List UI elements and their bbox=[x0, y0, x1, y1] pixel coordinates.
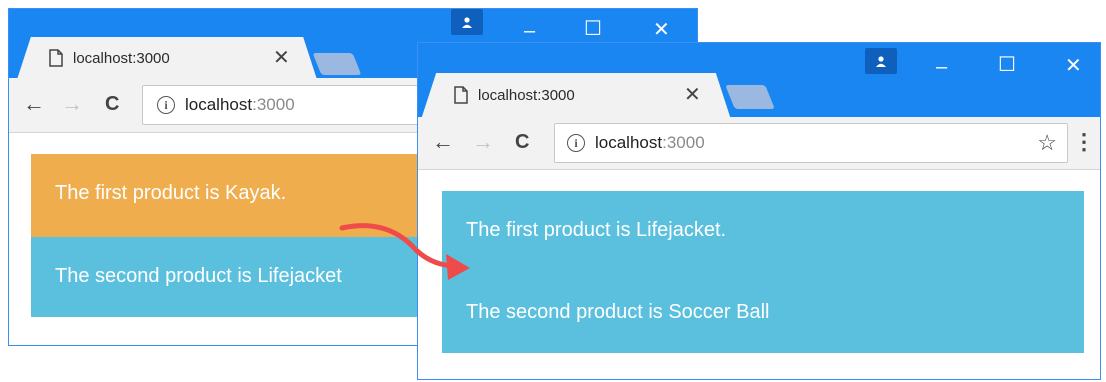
page-icon bbox=[454, 86, 468, 104]
url-host: localhost bbox=[185, 95, 253, 114]
forward-arrow-icon[interactable]: → bbox=[61, 93, 83, 115]
url-port: :3000 bbox=[662, 133, 705, 152]
forward-arrow-icon[interactable]: → bbox=[472, 131, 494, 153]
browser-tab[interactable]: localhost:3000 ✕ bbox=[35, 37, 299, 79]
tab-title: localhost:3000 bbox=[478, 86, 575, 104]
transition-arrow-icon bbox=[339, 223, 470, 280]
minimize-icon[interactable]: – bbox=[524, 21, 535, 41]
close-window-icon[interactable]: ✕ bbox=[653, 20, 670, 40]
maximize-icon[interactable]: ☐ bbox=[998, 55, 1016, 75]
first-product-text: The first product is Lifejacket. bbox=[466, 219, 727, 241]
browser-window-front: localhost:3000 ✕ – ☐ ✕ ← → C i localhost… bbox=[417, 42, 1101, 380]
url-port: :3000 bbox=[252, 95, 295, 114]
bookmark-star-icon[interactable]: ☆ bbox=[1037, 130, 1057, 156]
info-icon[interactable]: i bbox=[157, 96, 175, 114]
toolbar: ← → C i localhost:3000 ☆ ⋮ bbox=[418, 117, 1100, 170]
tab-close-icon[interactable]: ✕ bbox=[684, 85, 701, 105]
reload-icon[interactable]: C bbox=[515, 132, 529, 152]
back-arrow-icon[interactable]: ← bbox=[23, 93, 45, 115]
reload-icon[interactable]: C bbox=[105, 94, 119, 114]
user-avatar-icon[interactable] bbox=[865, 48, 897, 74]
second-product-text: The second product is Lifejacket bbox=[55, 265, 342, 287]
info-icon[interactable]: i bbox=[567, 134, 585, 152]
address-bar[interactable]: i localhost:3000 ☆ bbox=[554, 123, 1068, 163]
product-panel: The first product is Lifejacket. The sec… bbox=[442, 191, 1084, 353]
browser-tab[interactable]: localhost:3000 ✕ bbox=[440, 73, 712, 117]
user-avatar-icon[interactable] bbox=[451, 9, 483, 35]
url-host: localhost bbox=[595, 133, 663, 152]
maximize-icon[interactable]: ☐ bbox=[584, 19, 602, 39]
back-arrow-icon[interactable]: ← bbox=[432, 131, 454, 153]
first-product-text: The first product is Kayak. bbox=[55, 182, 287, 204]
page-icon bbox=[49, 49, 63, 67]
tab-title: localhost:3000 bbox=[73, 49, 170, 67]
close-window-icon[interactable]: ✕ bbox=[1065, 56, 1082, 76]
menu-icon[interactable]: ⋮ bbox=[1073, 129, 1095, 155]
minimize-icon[interactable]: – bbox=[936, 57, 947, 77]
second-product-text: The second product is Soccer Ball bbox=[466, 301, 770, 323]
new-tab-button[interactable] bbox=[312, 53, 362, 75]
address-bar[interactable]: i localhost:3000 bbox=[142, 85, 458, 125]
tab-close-icon[interactable]: ✕ bbox=[273, 48, 290, 68]
